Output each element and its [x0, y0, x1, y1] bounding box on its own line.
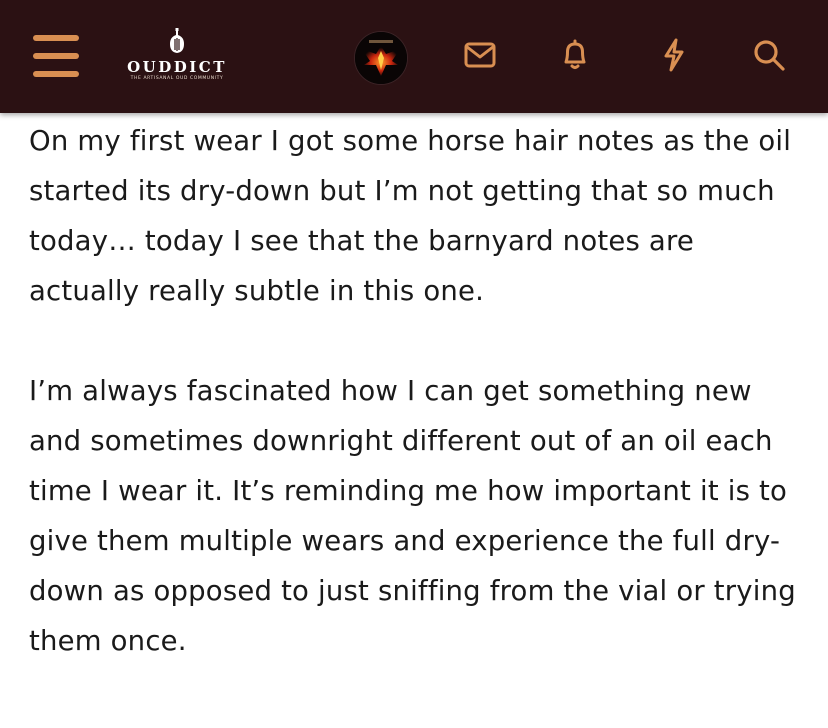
post-body: On my first wear I got some horse hair n…	[29, 116, 809, 716]
logo-name: OUDDICT	[127, 58, 227, 76]
lightning-bolt-icon[interactable]	[656, 37, 692, 73]
site-logo[interactable]: OUDDICT THE ARTISANAL OUD COMMUNITY	[120, 28, 234, 86]
logo-tagline: THE ARTISANAL OUD COMMUNITY	[130, 76, 224, 81]
menu-line	[33, 71, 79, 77]
phoenix-avatar[interactable]	[354, 31, 408, 85]
menu-line	[33, 53, 79, 59]
bell-icon[interactable]	[557, 37, 593, 73]
oud-bottle-logo-icon	[170, 28, 184, 53]
hamburger-menu-icon[interactable]	[33, 35, 79, 77]
post-paragraph: I’m always fascinated how I can get some…	[29, 375, 796, 657]
mail-icon[interactable]	[462, 37, 498, 73]
search-icon[interactable]	[751, 37, 787, 73]
top-navigation-bar: OUDDICT THE ARTISANAL OUD COMMUNITY	[0, 0, 828, 113]
menu-line	[33, 35, 79, 41]
phoenix-icon	[355, 32, 407, 84]
post-paragraph: On my first wear I got some horse hair n…	[29, 125, 792, 307]
